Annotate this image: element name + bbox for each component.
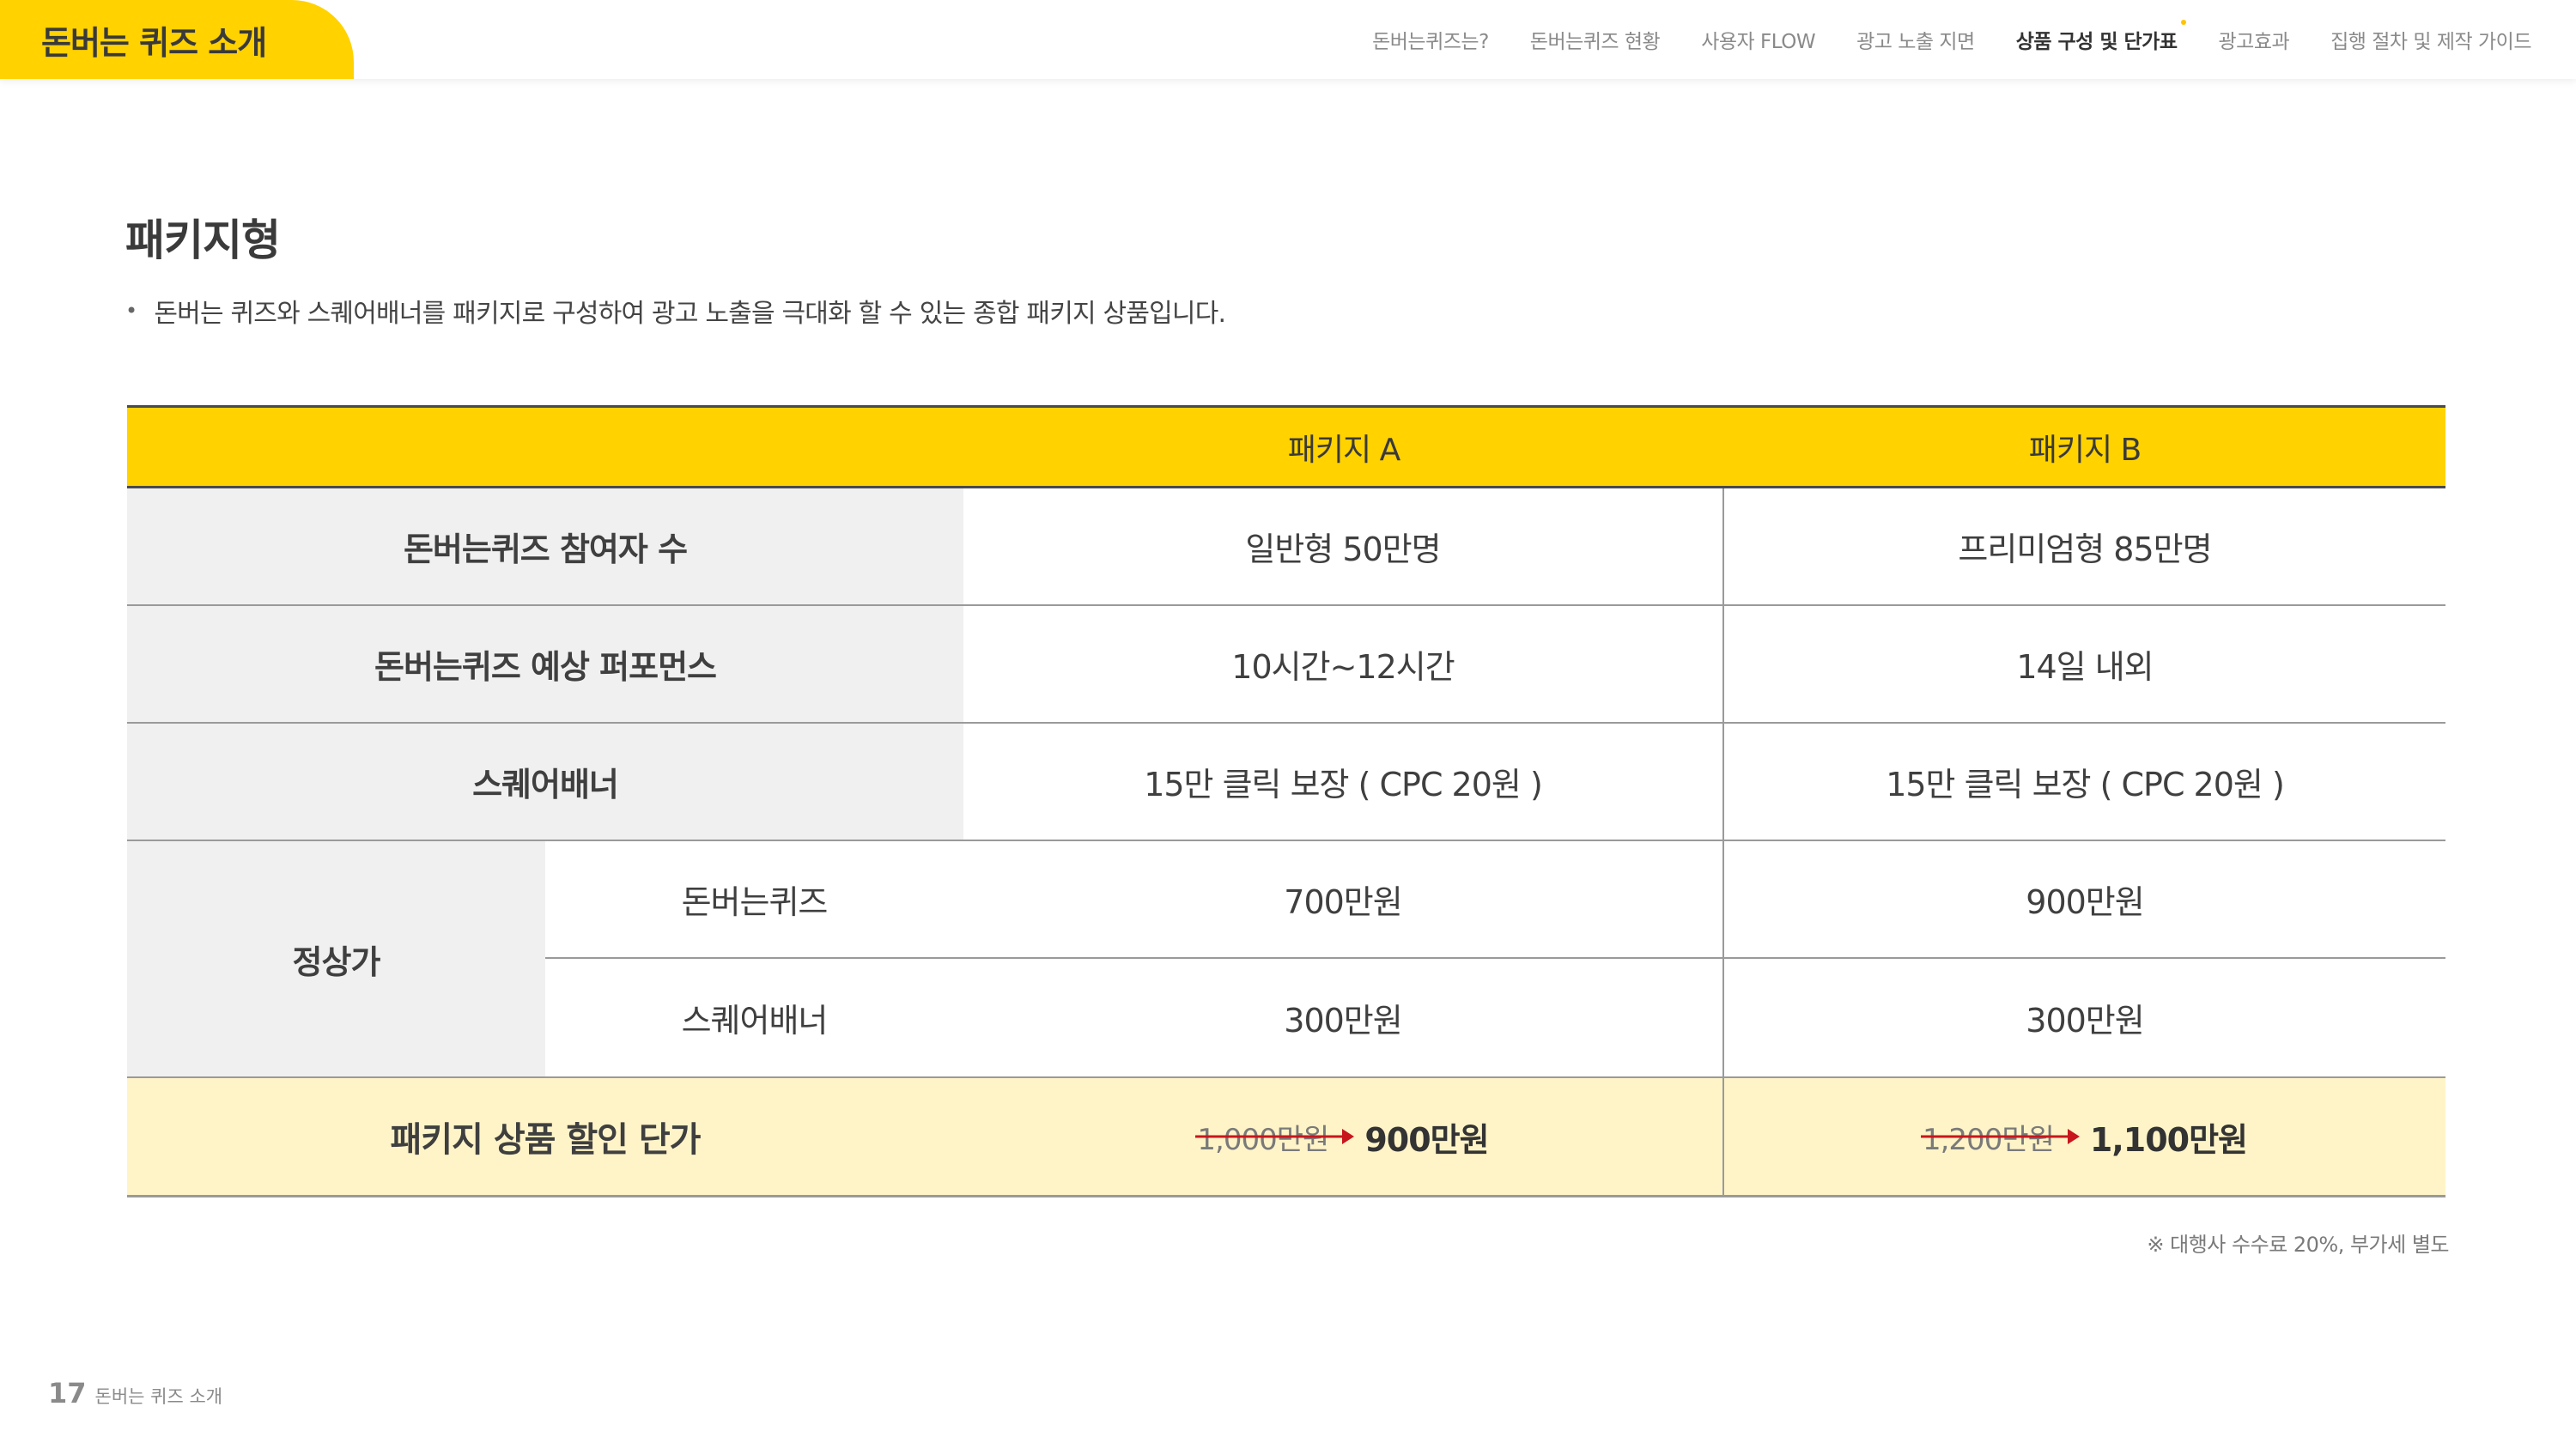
footnote: ※ 대행사 수수료 20%, 부가세 별도 bbox=[2147, 1233, 2449, 1257]
main-nav: 돈버는퀴즈는? 돈버는퀴즈 현황 사용자 FLOW 광고 노출 지면 상품 구성… bbox=[1372, 0, 2531, 79]
description-text: 돈버는 퀴즈와 스퀘어배너를 패키지로 구성하여 광고 노출을 극대화 할 수 … bbox=[154, 299, 1226, 329]
discount-package-a: 1,000만원 900만원 bbox=[963, 1078, 1724, 1195]
regular-price-block: 정상가 돈버는퀴즈 700만원 900만원 스퀘어배너 300만원 300만원 bbox=[127, 841, 2445, 1078]
nav-item-status[interactable]: 돈버는퀴즈 현황 bbox=[1530, 25, 1661, 54]
new-price: 900만원 bbox=[1364, 1120, 1489, 1159]
row-label: 스퀘어배너 bbox=[127, 724, 963, 840]
table-row: 돈버는퀴즈 예상 퍼포먼스 10시간~12시간 14일 내외 bbox=[127, 606, 2445, 724]
old-price: 1,000만원 bbox=[1195, 1116, 1355, 1158]
cell-package-b: 15만 클릭 보장 ( CPC 20원 ) bbox=[1886, 766, 2285, 803]
regular-price-label: 정상가 bbox=[127, 841, 545, 1076]
discount-package-b: 1,200만원 1,100만원 bbox=[1724, 1078, 2445, 1195]
header-cell-package-a: 패키지 A bbox=[1287, 432, 1400, 468]
nav-item-products-pricing[interactable]: 상품 구성 및 단가표 bbox=[2015, 20, 2186, 54]
price-item-label: 스퀘어배너 bbox=[545, 959, 963, 1076]
table-row: 스퀘어배너 300만원 300만원 bbox=[545, 959, 2445, 1076]
cell-package-b: 프리미엄형 85만명 bbox=[1958, 530, 2212, 568]
top-navigation-bar: 돈버는 퀴즈 소개 돈버는퀴즈는? 돈버는퀴즈 현황 사용자 FLOW 광고 노… bbox=[0, 0, 2576, 79]
header-cell-label bbox=[127, 408, 963, 486]
nav-item-products-pricing-label: 상품 구성 및 단가표 bbox=[2015, 31, 2178, 53]
nav-item-intro[interactable]: 돈버는퀴즈는? bbox=[1372, 25, 1489, 54]
strikethrough-line bbox=[1920, 1135, 2073, 1138]
old-price-text: 1,200만원 bbox=[1922, 1122, 2055, 1157]
cell-package-a: 700만원 bbox=[963, 841, 1724, 957]
strikethrough-line bbox=[1195, 1135, 1348, 1138]
row-label: 돈버는퀴즈 참여자 수 bbox=[127, 488, 963, 604]
old-price-text: 1,000만원 bbox=[1197, 1122, 1329, 1157]
table-row: 돈버는퀴즈 참여자 수 일반형 50만명 프리미엄형 85만명 bbox=[127, 488, 2445, 606]
cell-package-b: 900만원 bbox=[2026, 883, 2144, 921]
table-row: 돈버는퀴즈 700만원 900만원 bbox=[545, 841, 2445, 959]
brand-tab[interactable]: 돈버는 퀴즈 소개 bbox=[0, 0, 354, 79]
cell-package-a: 일반형 50만명 bbox=[963, 488, 1724, 604]
cell-package-a: 15만 클릭 보장 ( CPC 20원 ) bbox=[963, 724, 1724, 840]
price-item-label: 돈버는퀴즈 bbox=[545, 841, 963, 957]
table-row: 스퀘어배너 15만 클릭 보장 ( CPC 20원 ) 15만 클릭 보장 ( … bbox=[127, 724, 2445, 841]
cell-package-b: 14일 내외 bbox=[2016, 648, 2154, 686]
cell-package-b: 300만원 bbox=[2026, 1002, 2144, 1040]
table-header-row: 패키지 A 패키지 B bbox=[127, 405, 2445, 488]
page-number: 17 bbox=[48, 1377, 87, 1410]
cell-package-a: 300만원 bbox=[963, 959, 1724, 1076]
section-description: • 돈버는 퀴즈와 스퀘어배너를 패키지로 구성하여 광고 노출을 극대화 할 … bbox=[125, 292, 1226, 330]
page-footer: 17 돈버는 퀴즈 소개 bbox=[48, 1377, 222, 1410]
discount-price-row: 패키지 상품 할인 단가 1,000만원 900만원 1,200만원 1,100… bbox=[127, 1078, 2445, 1197]
old-price: 1,200만원 bbox=[1920, 1116, 2080, 1158]
nav-item-ad-effect[interactable]: 광고효과 bbox=[2219, 25, 2290, 54]
header-cell-package-b: 패키지 B bbox=[2028, 432, 2142, 468]
regular-price-items: 돈버는퀴즈 700만원 900만원 스퀘어배너 300만원 300만원 bbox=[545, 841, 2445, 1076]
bullet-icon: • bbox=[125, 299, 137, 323]
nav-item-guide[interactable]: 집행 절차 및 제작 가이드 bbox=[2330, 25, 2531, 54]
cell-package-a: 10시간~12시간 bbox=[963, 606, 1724, 722]
arrow-right-icon bbox=[1342, 1129, 1355, 1144]
new-price: 1,100만원 bbox=[2089, 1120, 2248, 1159]
footer-title: 돈버는 퀴즈 소개 bbox=[94, 1386, 223, 1407]
nav-item-user-flow[interactable]: 사용자 FLOW bbox=[1701, 25, 1815, 54]
discount-label: 패키지 상품 할인 단가 bbox=[127, 1078, 963, 1195]
active-indicator-dot bbox=[2180, 20, 2186, 25]
package-table: 패키지 A 패키지 B 돈버는퀴즈 참여자 수 일반형 50만명 프리미엄형 8… bbox=[127, 405, 2445, 1197]
arrow-right-icon bbox=[2067, 1129, 2080, 1144]
brand-title: 돈버는 퀴즈 소개 bbox=[41, 23, 267, 62]
nav-item-ad-placement[interactable]: 광고 노출 지면 bbox=[1856, 25, 1975, 54]
page-title: 패키지형 bbox=[125, 215, 281, 265]
row-label: 돈버는퀴즈 예상 퍼포먼스 bbox=[127, 606, 963, 722]
